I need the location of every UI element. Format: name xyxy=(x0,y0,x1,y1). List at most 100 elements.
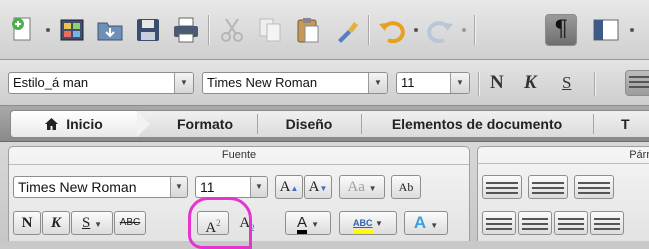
sidebar-dropdown-icon[interactable] xyxy=(628,26,636,34)
standard-toolbar: ¶ xyxy=(0,0,649,60)
redo-icon[interactable] xyxy=(424,14,456,46)
align-left-button[interactable] xyxy=(625,70,649,96)
bold-button[interactable]: N xyxy=(490,72,504,94)
numbering-icon xyxy=(529,182,567,194)
font-combo[interactable]: Times New Roman ▼ xyxy=(202,72,388,94)
format-painter-icon[interactable] xyxy=(330,14,362,46)
redo-dropdown-icon[interactable] xyxy=(460,26,468,34)
change-case-label: Aa xyxy=(347,179,365,195)
align-center-icon xyxy=(519,218,551,230)
multilevel-list-button[interactable] xyxy=(574,175,614,199)
ribbon-tab-strip: Inicio Formato Diseño Elementos de docum… xyxy=(10,110,649,138)
copy-icon[interactable] xyxy=(254,14,286,46)
tab-inicio[interactable]: Inicio xyxy=(11,111,150,137)
chevron-down-icon[interactable]: ▼ xyxy=(170,177,187,197)
chevron-down-icon[interactable]: ▼ xyxy=(450,73,469,93)
superscript-button[interactable]: A2 xyxy=(197,211,229,236)
clear-formatting-button[interactable]: Ab xyxy=(391,175,421,199)
tab-label: T xyxy=(621,116,630,132)
chevron-down-icon: ▼ xyxy=(375,219,383,228)
font-size-combo[interactable]: 11 ▼ xyxy=(396,72,470,94)
style-value: Estilo_á man xyxy=(13,75,89,90)
numbering-button[interactable] xyxy=(528,175,568,199)
toolbar-separator xyxy=(208,15,209,45)
new-document-dropdown-icon[interactable] xyxy=(44,26,52,34)
toolbar-separator xyxy=(478,72,479,96)
ribbon-font-size-value: 11 xyxy=(200,179,215,195)
arrow-down-icon: ▼ xyxy=(319,184,328,193)
templates-gallery-icon[interactable] xyxy=(56,14,88,46)
sidebar-icon[interactable] xyxy=(590,14,622,46)
font-value: Times New Roman xyxy=(207,75,318,90)
align-right-button[interactable] xyxy=(554,211,588,235)
tab-label: Inicio xyxy=(66,116,103,132)
align-left-button[interactable] xyxy=(482,211,516,235)
group-parrafo: Párr xyxy=(477,146,649,241)
align-center-button[interactable] xyxy=(518,211,552,235)
tab-divider xyxy=(593,114,594,134)
style-combo[interactable]: Estilo_á man ▼ xyxy=(8,72,194,94)
arrow-up-icon: ▲ xyxy=(290,184,299,193)
show-formatting-button[interactable]: ¶ xyxy=(545,14,577,46)
formatting-toolbar: Estilo_á man ▼ Times New Roman ▼ 11 ▼ N … xyxy=(0,60,649,106)
cut-icon[interactable] xyxy=(216,14,248,46)
open-icon[interactable] xyxy=(94,14,126,46)
group-title: Fuente xyxy=(9,147,469,165)
justify-button[interactable] xyxy=(590,211,624,235)
bullets-button[interactable] xyxy=(482,175,522,199)
subscript-label: A xyxy=(239,215,251,231)
shrink-font-button[interactable]: A▼ xyxy=(304,175,332,199)
underline-label: S xyxy=(81,215,91,231)
underline-button[interactable]: S xyxy=(562,72,571,94)
strikethrough-button[interactable]: ABC xyxy=(114,211,146,235)
home-icon xyxy=(45,118,59,130)
align-right-icon xyxy=(555,218,587,230)
toolbar-separator xyxy=(474,15,475,45)
align-left-icon xyxy=(483,218,515,230)
group-fuente: Fuente Times New Roman ▼ 11 ▼ A▲ A▼ Aa ▼… xyxy=(8,146,470,241)
paste-icon[interactable] xyxy=(292,14,324,46)
italic-button[interactable]: K xyxy=(524,72,537,94)
change-case-button[interactable]: Aa ▼ xyxy=(339,175,385,199)
align-left-icon xyxy=(626,76,649,88)
chevron-down-icon: ▼ xyxy=(430,221,439,230)
subscript-mark: 2 xyxy=(250,223,255,233)
tab-diseno[interactable]: Diseño xyxy=(257,111,361,137)
tab-label: Elementos de documento xyxy=(391,116,563,132)
print-icon[interactable] xyxy=(170,14,202,46)
ribbon-font-size-combo[interactable]: 11 ▼ xyxy=(195,176,268,198)
group-title: Párr xyxy=(478,147,649,164)
toolbar-separator xyxy=(594,72,595,96)
bold-button[interactable]: N xyxy=(13,211,41,235)
ribbon-font-combo[interactable]: Times New Roman ▼ xyxy=(13,176,188,198)
tab-elementos-de-documento[interactable]: Elementos de documento xyxy=(361,111,593,137)
grow-font-button[interactable]: A▲ xyxy=(275,175,303,199)
superscript-label: A xyxy=(205,220,217,236)
superscript-mark: 2 xyxy=(216,218,221,228)
font-color-label: A xyxy=(296,215,307,234)
grow-font-label: A xyxy=(279,179,291,195)
multilevel-list-icon xyxy=(575,182,613,194)
text-effects-button[interactable]: A ▼ xyxy=(404,211,448,235)
chevron-down-icon[interactable]: ▼ xyxy=(368,73,387,93)
tab-truncated[interactable]: T xyxy=(621,111,649,137)
shrink-font-label: A xyxy=(308,179,320,195)
undo-icon[interactable] xyxy=(376,14,408,46)
font-color-button[interactable]: A ▼ xyxy=(285,211,331,235)
chevron-down-icon: ▼ xyxy=(311,220,320,229)
new-document-icon[interactable] xyxy=(8,14,40,46)
save-icon[interactable] xyxy=(132,14,164,46)
font-size-value: 11 xyxy=(401,75,415,90)
undo-dropdown-icon[interactable] xyxy=(412,26,420,34)
clear-formatting-label: Ab xyxy=(398,180,414,194)
italic-button[interactable]: K xyxy=(42,211,70,235)
chevron-down-icon[interactable]: ▼ xyxy=(250,177,267,197)
underline-button[interactable]: S ▼ xyxy=(71,211,113,235)
tab-formato[interactable]: Formato xyxy=(153,111,257,137)
highlight-button[interactable]: ABC ▼ xyxy=(339,211,397,235)
justify-icon xyxy=(591,218,623,230)
subscript-button[interactable]: A2 xyxy=(231,211,263,235)
ribbon-font-value: Times New Roman xyxy=(18,179,137,195)
chevron-down-icon[interactable]: ▼ xyxy=(174,73,193,93)
toolbar-separator xyxy=(368,15,369,45)
